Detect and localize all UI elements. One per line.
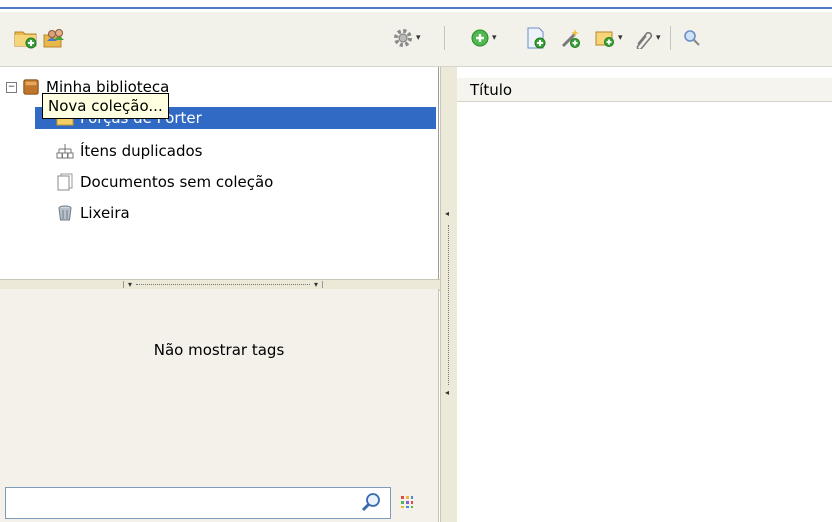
magnifier-icon bbox=[684, 30, 700, 46]
tag-search-input[interactable] bbox=[5, 487, 391, 519]
new-collection-button[interactable] bbox=[14, 26, 38, 50]
toolbar: ▾ ▾ ▾ ▾ bbox=[0, 12, 832, 67]
trash-icon bbox=[56, 204, 74, 222]
tag-selector: Não mostrar tags bbox=[0, 289, 439, 522]
chevron-down-icon: ▾ bbox=[492, 33, 497, 43]
toolbar-separator bbox=[670, 26, 671, 50]
new-collection-tooltip: Nova coleção... bbox=[42, 93, 169, 119]
add-attachment-button[interactable]: ▾ bbox=[594, 26, 623, 50]
column-header-title[interactable]: Título bbox=[457, 78, 832, 102]
collections-pane: − Minha biblioteca Forças de Porter Íten… bbox=[0, 67, 440, 522]
splitter-grip bbox=[448, 225, 449, 385]
attach-button[interactable]: ▾ bbox=[632, 26, 661, 50]
documents-icon bbox=[56, 173, 74, 191]
collapse-icon[interactable]: − bbox=[6, 82, 17, 93]
tag-actions-icon[interactable] bbox=[400, 495, 414, 513]
paperclip-icon bbox=[636, 31, 653, 49]
items-pane: Título bbox=[457, 67, 832, 522]
wand-icon bbox=[561, 29, 580, 48]
tree-item-label: Ítens duplicados bbox=[80, 142, 203, 160]
search-button[interactable] bbox=[682, 26, 702, 50]
collapse-left-icon[interactable]: ◂ bbox=[445, 388, 449, 397]
new-item-button[interactable]: ▾ bbox=[470, 26, 497, 50]
add-by-identifier-button[interactable] bbox=[526, 26, 546, 50]
toolbar-separator bbox=[444, 26, 445, 50]
splitter-grip: ▾ ▾ bbox=[123, 281, 323, 289]
new-group-button[interactable] bbox=[42, 26, 66, 50]
tree-item-label: Lixeira bbox=[80, 204, 130, 222]
pane-splitter[interactable]: ◂ ◂ bbox=[440, 67, 458, 522]
green-plus-icon bbox=[471, 29, 489, 47]
folder-add-icon bbox=[14, 31, 37, 49]
group-icon bbox=[43, 29, 64, 48]
tree-item-label: Documentos sem coleção bbox=[80, 173, 274, 191]
chevron-down-icon: ▾ bbox=[618, 33, 623, 43]
no-tags-label: Não mostrar tags bbox=[153, 341, 285, 359]
library-icon bbox=[22, 78, 40, 96]
search-icon[interactable] bbox=[360, 492, 382, 518]
collapse-left-icon[interactable]: ◂ bbox=[445, 209, 449, 218]
duplicates-icon bbox=[56, 142, 74, 160]
tree-item-unfiled[interactable]: Documentos sem coleção bbox=[56, 171, 273, 193]
attachment-add-icon bbox=[595, 31, 614, 47]
document-add-icon bbox=[527, 27, 546, 49]
chevron-down-icon: ▾ bbox=[656, 33, 661, 43]
chevron-down-icon: ▾ bbox=[416, 33, 421, 43]
window-top-edge bbox=[0, 0, 832, 9]
tree-item-duplicates[interactable]: Ítens duplicados bbox=[56, 140, 202, 162]
gear-icon bbox=[394, 29, 412, 47]
tree-item-trash[interactable]: Lixeira bbox=[56, 202, 130, 224]
new-note-button[interactable] bbox=[560, 26, 582, 50]
actions-button[interactable]: ▾ bbox=[392, 26, 421, 50]
